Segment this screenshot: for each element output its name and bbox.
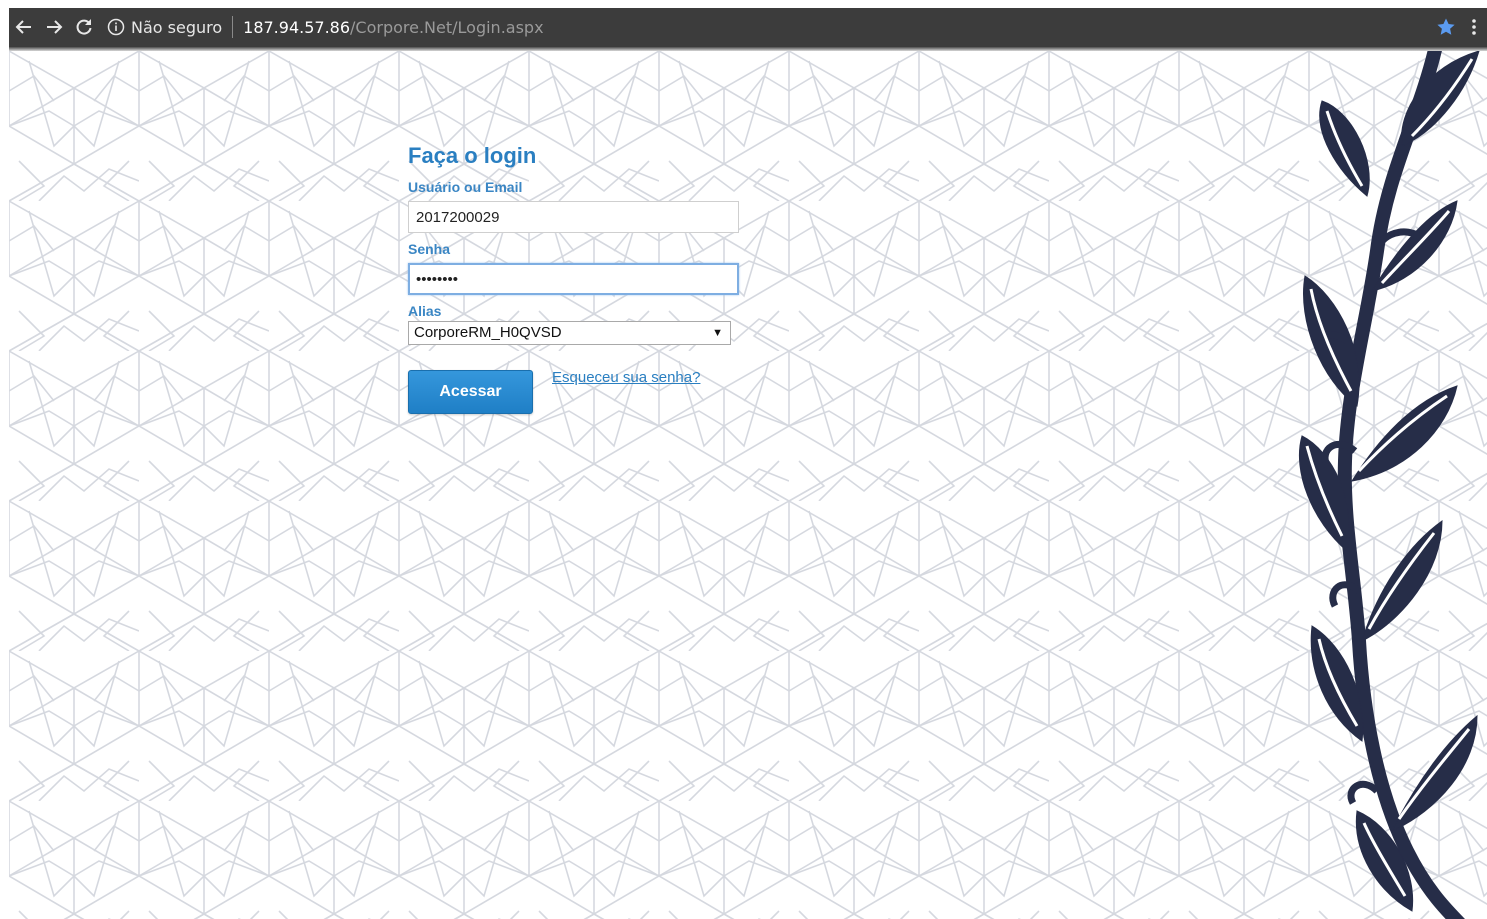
password-input[interactable] [408, 263, 739, 295]
security-label: Não seguro [131, 17, 223, 37]
reload-icon[interactable] [69, 8, 99, 46]
form-actions: Acessar Esqueceu sua senha? [408, 369, 748, 414]
info-icon[interactable] [107, 18, 125, 36]
menu-dots-icon[interactable] [1461, 17, 1487, 37]
forward-arrow-icon[interactable] [39, 8, 69, 46]
window-edge [0, 0, 9, 919]
browser-toolbar: Não seguro 187.94.57.86/Corpore.Net/Logi… [9, 8, 1487, 46]
dropdown-arrow-icon: ▼ [712, 327, 723, 339]
password-label: Senha [408, 241, 451, 257]
alias-label: Alias [408, 303, 442, 319]
back-arrow-icon[interactable] [9, 8, 39, 46]
url-path: /Corpore.Net/Login.aspx [350, 17, 544, 37]
omnibox-divider [232, 16, 234, 38]
username-label: Usuário ou Email [408, 179, 523, 195]
url-host: 187.94.57.86 [243, 17, 351, 37]
address-bar[interactable]: Não seguro 187.94.57.86/Corpore.Net/Logi… [107, 8, 1431, 46]
alias-select[interactable]: CorporeRM_H0QVSD ▼ [408, 321, 731, 345]
bookmark-star-icon[interactable] [1431, 17, 1461, 37]
username-input[interactable] [408, 201, 739, 233]
submit-button[interactable]: Acessar [408, 370, 533, 414]
decorative-vine-illustration [1298, 51, 1480, 919]
alias-selected-value: CorporeRM_H0QVSD [414, 324, 562, 341]
page-content: Faça o login Usuário ou Email Senha Alia… [9, 51, 1487, 919]
forgot-password-link[interactable]: Esqueceu sua senha? [552, 369, 700, 386]
browser-window: Não seguro 187.94.57.86/Corpore.Net/Logi… [0, 0, 1487, 919]
login-title: Faça o login [408, 143, 537, 168]
login-form: Faça o login Usuário ou Email Senha Alia… [408, 141, 748, 414]
